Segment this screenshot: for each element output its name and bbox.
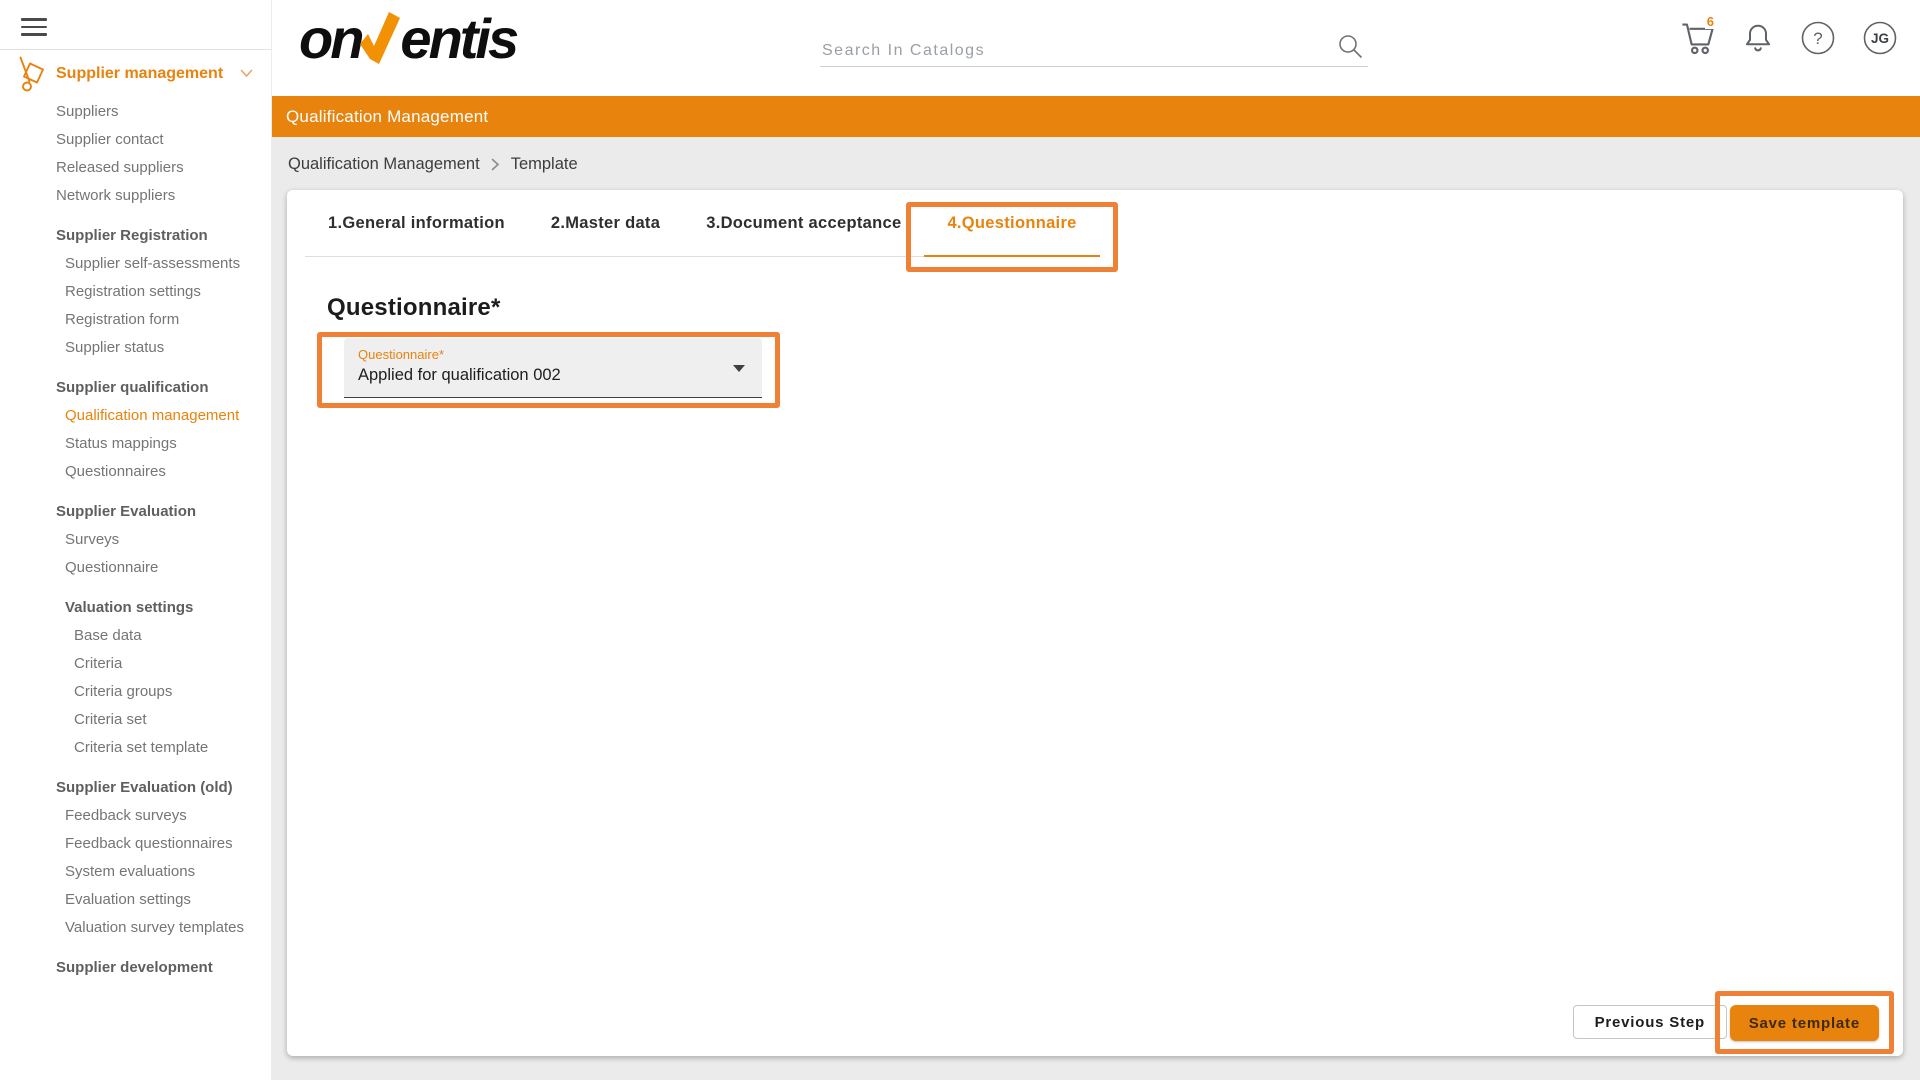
onventis-logo[interactable]: on entis <box>299 8 516 70</box>
sidebar-item-qualification-management[interactable]: Qualification management <box>0 401 271 429</box>
breadcrumb-chevron-icon <box>491 158 500 171</box>
chevron-down-icon[interactable] <box>240 69 253 78</box>
notifications-button[interactable] <box>1742 21 1774 55</box>
logo-checkmark-icon <box>360 11 400 65</box>
sidebar-item-base-data[interactable]: Base data <box>0 621 271 649</box>
user-avatar[interactable]: JG <box>1862 20 1898 56</box>
sidebar-item-supplier-management[interactable]: Supplier management <box>0 50 271 97</box>
bell-icon <box>1742 21 1774 55</box>
dropdown-caret-icon <box>733 365 745 372</box>
menu-hamburger-icon[interactable] <box>14 8 54 44</box>
sidebar-item-criteria-groups[interactable]: Criteria groups <box>0 677 271 705</box>
sidebar-item-feedback-surveys[interactable]: Feedback surveys <box>0 801 271 829</box>
header-icons: 6 ? JG <box>1680 20 1898 56</box>
cart-count-badge: 6 <box>1705 14 1716 29</box>
sidebar-item-registration-form[interactable]: Registration form <box>0 305 271 333</box>
cart-button[interactable]: 6 <box>1680 21 1716 55</box>
sidebar-item-surveys[interactable]: Surveys <box>0 525 271 553</box>
catalog-search-input[interactable] <box>822 42 1322 60</box>
questionnaire-select[interactable]: Questionnaire* Applied for qualification… <box>344 338 762 398</box>
top-header: on entis 6 <box>272 0 1920 96</box>
sidebar-nav: SuppliersSupplier contactReleased suppli… <box>0 97 271 981</box>
questionnaire-heading: Questionnaire* <box>327 294 1903 322</box>
tab-1-general-information[interactable]: 1.General information <box>305 190 528 256</box>
help-button[interactable]: ? <box>1800 20 1836 56</box>
sidebar-item-status-mappings[interactable]: Status mappings <box>0 429 271 457</box>
tab-bar: 1.General information2.Master data3.Docu… <box>305 190 1100 257</box>
sidebar-section-supplier-qualification: Supplier qualification <box>0 373 271 401</box>
questionnaire-select-label: Questionnaire* <box>358 347 718 362</box>
sidebar-item-suppliers[interactable]: Suppliers <box>0 97 271 125</box>
sidebar-section-supplier-registration: Supplier Registration <box>0 221 271 249</box>
sidebar-root-label: Supplier management <box>56 65 223 83</box>
logo-text-on: on <box>299 8 361 70</box>
page-title: Qualification Management <box>286 107 488 127</box>
sidebar-item-questionnaire[interactable]: Questionnaire <box>0 553 271 581</box>
page-title-bar: Qualification Management <box>272 96 1920 137</box>
logo-text-entis: entis <box>400 8 516 70</box>
catalog-search <box>820 18 1368 67</box>
breadcrumb-qualification-management[interactable]: Qualification Management <box>288 155 480 174</box>
breadcrumb-template[interactable]: Template <box>511 155 578 174</box>
help-glyph: ? <box>1813 29 1822 48</box>
sidebar-item-criteria-set[interactable]: Criteria set <box>0 705 271 733</box>
sidebar-item-criteria-set-template[interactable]: Criteria set template <box>0 733 271 761</box>
sidebar-item-valuation-survey-templates[interactable]: Valuation survey templates <box>0 913 271 941</box>
sidebar-item-feedback-questionnaires[interactable]: Feedback questionnaires <box>0 829 271 857</box>
sidebar-item-questionnaires[interactable]: Questionnaires <box>0 457 271 485</box>
save-template-button[interactable]: Save template <box>1730 1005 1879 1041</box>
tab-2-master-data[interactable]: 2.Master data <box>528 190 683 256</box>
sidebar-section-supplier-development: Supplier development <box>0 953 271 981</box>
sidebar-item-supplier-status[interactable]: Supplier status <box>0 333 271 361</box>
template-card: 1.General information2.Master data3.Docu… <box>287 190 1903 1056</box>
breadcrumb: Qualification Management Template <box>288 149 578 179</box>
content-area: Qualification Management Template 1.Gene… <box>272 137 1920 1080</box>
sidebar-item-criteria[interactable]: Criteria <box>0 649 271 677</box>
tab-3-document-acceptance[interactable]: 3.Document acceptance <box>683 190 924 256</box>
sidebar-item-supplier-contact[interactable]: Supplier contact <box>0 125 271 153</box>
previous-step-button[interactable]: Previous Step <box>1573 1005 1727 1039</box>
sidebar-section-supplier-evaluation: Supplier Evaluation <box>0 497 271 525</box>
sidebar-item-system-evaluations[interactable]: System evaluations <box>0 857 271 885</box>
questionnaire-select-value: Applied for qualification 002 <box>358 366 718 385</box>
search-icon[interactable] <box>1337 33 1364 60</box>
sidebar-item-evaluation-settings[interactable]: Evaluation settings <box>0 885 271 913</box>
hand-truck-icon <box>16 55 50 93</box>
sidebar-item-network-suppliers[interactable]: Network suppliers <box>0 181 271 209</box>
tab-4-questionnaire[interactable]: 4.Questionnaire <box>924 190 1099 256</box>
sidebar-item-supplier-self-assessments[interactable]: Supplier self-assessments <box>0 249 271 277</box>
sidebar: Supplier management SuppliersSupplier co… <box>0 0 272 1080</box>
sidebar-item-released-suppliers[interactable]: Released suppliers <box>0 153 271 181</box>
sidebar-section-supplier-evaluation-old: Supplier Evaluation (old) <box>0 773 271 801</box>
sidebar-section-valuation-settings: Valuation settings <box>0 593 271 621</box>
avatar-initials: JG <box>1871 31 1889 46</box>
sidebar-item-registration-settings[interactable]: Registration settings <box>0 277 271 305</box>
